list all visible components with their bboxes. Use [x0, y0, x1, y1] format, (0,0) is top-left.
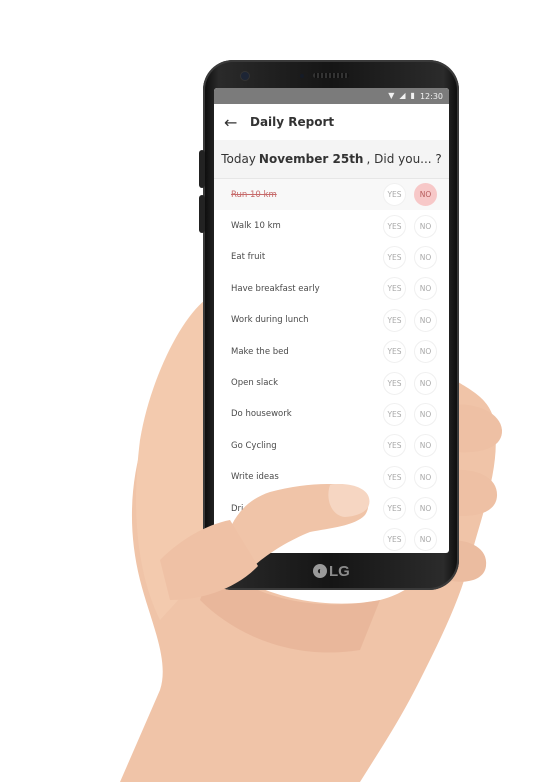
- earpiece-speaker: [313, 73, 349, 78]
- app-screen: ▼ ◢ ▮ 12:30 ← Daily Report Today Novembe…: [214, 88, 449, 553]
- task-label: Dri: [231, 503, 244, 514]
- list-item: Write ideas YES NO: [214, 462, 449, 493]
- yes-button[interactable]: YES: [383, 245, 406, 269]
- status-time: 12:30: [419, 91, 443, 101]
- list-item: Run 10 km YES NO: [214, 179, 449, 211]
- status-bar: ▼ ◢ ▮ 12:30: [214, 88, 449, 104]
- task-label: Make the bed: [231, 346, 289, 357]
- list-item: Work during lunch YES NO: [214, 305, 449, 336]
- no-button[interactable]: NO: [414, 371, 437, 395]
- no-button[interactable]: NO: [414, 465, 437, 489]
- question-prompt: Today November 25th , Did you... ?: [214, 140, 449, 179]
- list-item: Open slack YES NO: [214, 367, 449, 398]
- yes-button[interactable]: YES: [383, 183, 406, 207]
- volume-up-button: [199, 150, 205, 188]
- prompt-prefix: Today: [221, 152, 256, 166]
- task-list: Run 10 km YES NO Walk 10 km YES NO Eat f…: [214, 179, 449, 553]
- no-button[interactable]: NO: [414, 434, 437, 458]
- task-label: Eat fruit: [231, 252, 266, 263]
- list-item: Walk 10 km YES NO: [214, 210, 449, 241]
- list-item: Make the bed YES NO: [214, 336, 449, 367]
- task-label: Write ideas: [231, 472, 279, 483]
- proximity-sensor: [300, 74, 304, 78]
- no-button[interactable]: NO: [414, 340, 437, 364]
- yes-button[interactable]: YES: [383, 308, 406, 332]
- yes-button[interactable]: YES: [383, 371, 406, 395]
- task-label: Run 10 km: [231, 189, 277, 200]
- list-item: Go Cycling YES NO: [214, 430, 449, 461]
- list-item: Have breakfast early YES NO: [214, 273, 449, 304]
- no-button[interactable]: NO: [414, 245, 437, 269]
- yes-button[interactable]: YES: [383, 497, 406, 521]
- volume-down-button: [199, 195, 205, 233]
- brand-text: LG: [329, 562, 350, 580]
- page-title: Daily Report: [250, 115, 335, 129]
- brand-logo: ◐ LG: [313, 562, 353, 580]
- no-button[interactable]: NO: [414, 183, 437, 207]
- no-button[interactable]: NO: [414, 308, 437, 332]
- prompt-date: November 25th: [258, 152, 364, 166]
- list-item: YES NO: [214, 524, 449, 553]
- yes-button[interactable]: YES: [383, 434, 406, 458]
- task-label: Go Cycling: [231, 440, 277, 451]
- yes-button[interactable]: YES: [383, 214, 406, 238]
- yes-button[interactable]: YES: [383, 528, 406, 552]
- task-label: Work during lunch: [231, 315, 309, 326]
- task-label: Do housework: [231, 409, 292, 420]
- app-bar: ← Daily Report: [214, 104, 449, 140]
- front-camera: [241, 72, 249, 80]
- battery-icon: ▮: [410, 91, 415, 100]
- task-label: Walk 10 km: [231, 221, 281, 232]
- prompt-suffix: , Did you... ?: [366, 152, 442, 166]
- list-item: Dri YES NO: [214, 493, 449, 524]
- signal-icon: ◢: [399, 91, 406, 100]
- yes-button[interactable]: YES: [383, 340, 406, 364]
- no-button[interactable]: NO: [414, 528, 437, 552]
- task-label: Open slack: [231, 378, 278, 389]
- lg-logo-icon: ◐: [313, 564, 327, 578]
- list-item: Eat fruit YES NO: [214, 242, 449, 273]
- arrow-left-icon[interactable]: ←: [224, 113, 244, 132]
- yes-button[interactable]: YES: [383, 465, 406, 489]
- no-button[interactable]: NO: [414, 402, 437, 426]
- no-button[interactable]: NO: [414, 214, 437, 238]
- task-label: Have breakfast early: [231, 283, 320, 294]
- list-item: Do housework YES NO: [214, 399, 449, 430]
- yes-button[interactable]: YES: [383, 277, 406, 301]
- wifi-icon: ▼: [388, 91, 395, 100]
- yes-button[interactable]: YES: [383, 402, 406, 426]
- no-button[interactable]: NO: [414, 497, 437, 521]
- no-button[interactable]: NO: [414, 277, 437, 301]
